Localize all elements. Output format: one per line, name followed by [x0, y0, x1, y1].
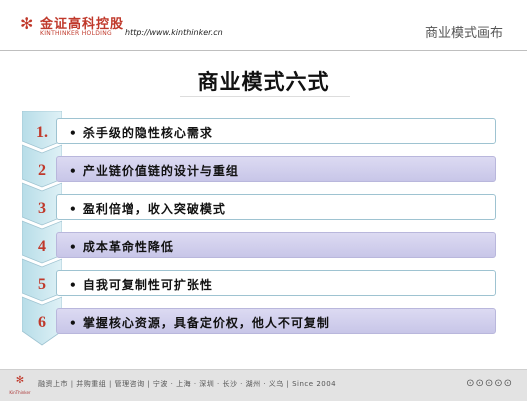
item-text-2: • 产业链价值链的设计与重组: [69, 164, 239, 178]
footer-dots: ⊙⊙⊙⊙⊙: [466, 378, 513, 389]
item-text-6: • 掌握核心资源，具备定价权，他人不可复制: [69, 316, 330, 330]
title-underline: [180, 96, 350, 97]
slide: ✻ 金证高科控股 KINTHINKER HOLDING http://www.k…: [0, 0, 527, 401]
website-url: http://www.kinthinker.cn: [125, 28, 223, 37]
header-title: 商业模式画布: [424, 26, 503, 41]
item-bar-3: • 盈利倍增，收入突破模式: [56, 194, 496, 220]
item-text-3: • 盈利倍增，收入突破模式: [69, 202, 226, 216]
item-text-5: • 自我可复制性可扩张性: [69, 278, 213, 292]
logo-mark-icon: ✻: [20, 14, 34, 33]
item-bar-5: • 自我可复制性可扩张性: [56, 270, 496, 296]
item-bar-1: • 杀手级的隐性核心需求: [56, 118, 496, 144]
logo-english-name: KINTHINKER HOLDING: [40, 30, 112, 37]
footer-logo-icon: ✻: [15, 375, 25, 386]
item-bar-4: • 成本革命性降低: [56, 232, 496, 258]
item-text-1: • 杀手级的隐性核心需求: [69, 126, 213, 140]
footer-tagline: 融资上市 | 并购重组 | 管理咨询 | 宁波 · 上海 · 深圳 · 长沙 ·…: [38, 380, 337, 388]
footer-bar: ✻ KinThinker 融资上市 | 并购重组 | 管理咨询 | 宁波 · 上…: [0, 369, 527, 401]
header: ✻ 金证高科控股 KINTHINKER HOLDING http://www.k…: [0, 0, 527, 52]
slide-title: 商业模式六式: [197, 70, 330, 94]
company-logo: ✻ 金证高科控股 KINTHINKER HOLDING: [20, 12, 130, 40]
header-divider: [0, 50, 527, 51]
footer-logo-label: KinThinker: [9, 390, 31, 395]
item-text-4: • 成本革命性降低: [69, 240, 174, 254]
item-bar-6: • 掌握核心资源，具备定价权，他人不可复制: [56, 308, 496, 334]
footer-logo: ✻ KinThinker: [8, 375, 32, 397]
item-bar-2: • 产业链价值链的设计与重组: [56, 156, 496, 182]
